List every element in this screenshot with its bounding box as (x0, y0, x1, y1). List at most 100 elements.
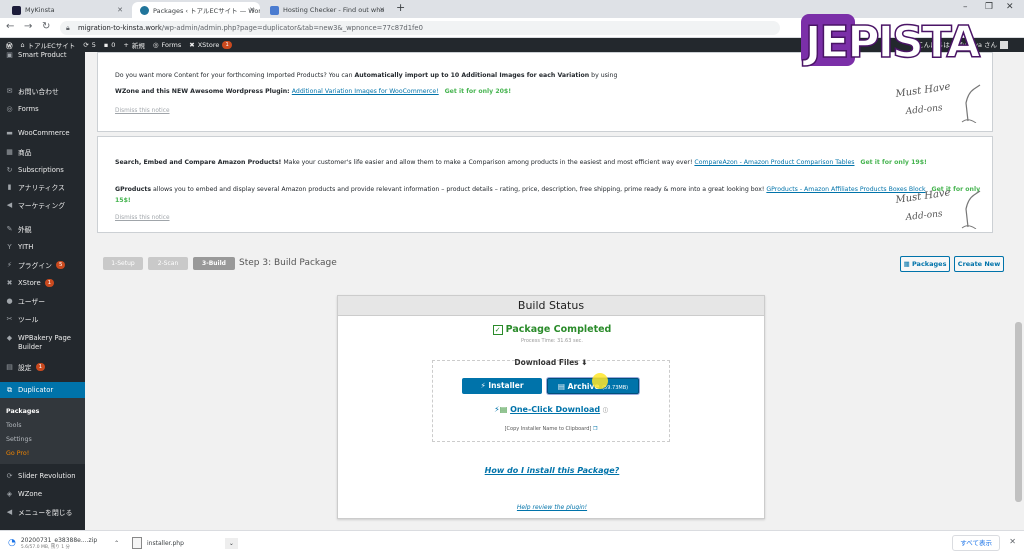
checkbox-check-icon: ✓ (492, 324, 503, 335)
sidebar-item-products[interactable]: ▦ 商品 (0, 144, 85, 160)
file-icon: ▤ (557, 382, 566, 391)
duplicator-submenu: Packages Tools Settings Go Pro! (0, 398, 85, 464)
notice-bold-text: Search, Embed and Compare Amazon Product… (115, 159, 282, 166)
offer-text: 15$! (115, 197, 131, 204)
url-field[interactable]: 🔒︎ migration-to-kinsta.work/wp-admin/adm… (60, 21, 780, 35)
build-status-header: Build Status (338, 296, 764, 316)
sidebar-item-contact[interactable]: ✉ お問い合わせ (0, 83, 85, 99)
browser-tab-packages[interactable]: Packages ‹ トアルECサイト — Wor ✕ (132, 2, 260, 18)
forms-label: Forms (161, 41, 182, 49)
back-arrow-icon[interactable]: ← (6, 21, 14, 32)
admin-bar-comments[interactable]: ▪ 0 (104, 41, 116, 49)
process-time: Process Time: 31.63 sec. (521, 338, 583, 344)
reload-icon[interactable]: ↻ (42, 21, 50, 32)
sidebar-item-smart-product[interactable]: ▣ Smart Product (0, 47, 85, 63)
updates-count: 5 (91, 41, 96, 49)
sidebar-item-label: メニューを閉じる (18, 509, 73, 517)
sidebar-item-label: ユーザー (18, 298, 46, 306)
browser-tab-hosting-checker[interactable]: Hosting Checker - Find out who ✕ (262, 2, 390, 18)
sidebar-item-forms[interactable]: ◎ Forms (0, 101, 85, 117)
tab-title: MyKinsta (25, 6, 55, 14)
dismiss-notice-link[interactable]: Dismiss this notice (115, 215, 170, 221)
installer-download-button[interactable]: ⚡ Installer (462, 378, 542, 394)
help-icon[interactable]: ⓘ (603, 408, 608, 414)
download-item-text: 20200731_e38388e....zip 5.6/57.0 MB, 残り 1… (21, 537, 97, 550)
compareazon-link[interactable]: CompareAzon - Amazon Product Comparison … (694, 159, 854, 166)
sidebar-item-plugins[interactable]: ⚡ プラグイン 5 (0, 257, 85, 273)
plus-icon[interactable]: + (396, 1, 405, 14)
one-click-download-label: One-Click Download (510, 405, 601, 414)
scrollbar-thumb[interactable] (1015, 322, 1022, 502)
submenu-packages[interactable]: Packages (6, 408, 39, 415)
notice-bold-text: GProducts (115, 186, 152, 193)
dismiss-notice-link[interactable]: Dismiss this notice (115, 108, 170, 114)
sidebar-item-label: Smart Product (18, 51, 67, 59)
download-item-installer[interactable]: installer.php ⌄ (132, 534, 238, 552)
window-close-icon[interactable]: ✕ (1006, 2, 1014, 12)
xstore-update-badge: 1 (44, 279, 55, 287)
bolt-icon: ⚡ (480, 381, 486, 390)
create-new-button[interactable]: Create New (954, 256, 1004, 272)
browser-tab-mykinsta[interactable]: MyKinsta ✕ (4, 2, 128, 18)
notice-text: WZone and this NEW Awesome Wordpress Plu… (115, 88, 511, 95)
packages-button[interactable]: ▦ Packages (900, 256, 950, 272)
comment-icon: ▪ (103, 41, 109, 49)
sidebar-item-duplicator[interactable]: ⧉ Duplicator (0, 382, 85, 398)
sidebar-collapse-menu[interactable]: ◀ メニューを閉じる (0, 504, 85, 520)
admin-bar-updates[interactable]: ⟳ 5 (83, 41, 96, 49)
submenu-tools[interactable]: Tools (6, 422, 22, 429)
sidebar-item-tools[interactable]: ✂ ツール (0, 311, 85, 327)
mouse-cursor-highlight (592, 373, 608, 389)
sidebar-item-wzone[interactable]: ◈ WZone (0, 486, 85, 502)
copy-installer-name[interactable]: [Copy Installer Name to Clipboard] ❐ (433, 426, 669, 432)
close-icon[interactable]: ✕ (1009, 537, 1016, 546)
sidebar-item-xstore[interactable]: ✖ XStore 1 (0, 275, 85, 291)
how-to-install-link[interactable]: How do I install this Package? (338, 466, 766, 475)
sidebar-item-settings[interactable]: ▤ 設定 1 (0, 359, 85, 375)
download-item-zip[interactable]: ◔ 20200731_e38388e....zip 5.6/57.0 MB, 残り… (8, 534, 119, 552)
notice-text: Search, Embed and Compare Amazon Product… (115, 159, 927, 166)
copy-icon: ❐ (592, 426, 598, 432)
url-path: /wp-admin/admin.php?page=duplicator&tab=… (161, 24, 423, 32)
chevron-up-icon[interactable]: ⌃ (114, 540, 119, 547)
build-status-panel: Build Status ✓ Package Completed Process … (337, 295, 765, 519)
show-all-downloads-button[interactable]: すべて表示 (952, 535, 1000, 551)
admin-bar-new[interactable]: + 新規 (123, 40, 144, 50)
chevron-down-icon[interactable]: ⌄ (224, 537, 238, 549)
page-scrollbar[interactable] (1013, 52, 1024, 530)
sidebar-item-yith[interactable]: Y YITH (0, 239, 85, 255)
lock-icon: 🔒︎ (66, 24, 70, 32)
admin-bar-forms[interactable]: ◎ Forms (153, 41, 181, 49)
sidebar-item-slider-revolution[interactable]: ⟳ Slider Revolution (0, 468, 85, 484)
sidebar-item-marketing[interactable]: ◀ マーケティング (0, 197, 85, 213)
badge-line1: Must Have (894, 187, 951, 206)
package-completed-label: Package Completed (505, 324, 612, 335)
xstore-badge: 1 (222, 41, 232, 49)
close-icon[interactable]: ✕ (117, 6, 123, 14)
notice-text: GProducts allows you to embed and displa… (115, 186, 980, 193)
notice-line: Do you want more Content for your forthc… (115, 72, 355, 79)
one-click-download[interactable]: ⚡▤ One-Click Download ⓘ (433, 405, 669, 414)
sidebar-item-appearance[interactable]: ✎ 外観 (0, 221, 85, 237)
restore-icon[interactable]: ❐ (985, 2, 993, 12)
notice-line: Make your customer's life easier and all… (281, 159, 695, 166)
sidebar-item-wpbakery[interactable]: ◆ WPBakery Page Builder (0, 334, 85, 356)
sidebar-item-subscriptions[interactable]: ↻ Subscriptions (0, 162, 85, 178)
sidebar-item-label: 外観 (18, 226, 32, 234)
admin-bar-xstore[interactable]: ✖ XStore 1 (189, 41, 232, 49)
review-plugin-link[interactable]: Help review the plugin! (338, 504, 766, 511)
xstore-icon: ✖ (189, 41, 195, 49)
sidebar-item-woocommerce[interactable]: ▬ WooCommerce (0, 125, 85, 141)
close-icon[interactable]: ✕ (379, 6, 385, 14)
sidebar-item-label: Slider Revolution (18, 472, 76, 480)
sidebar-item-analytics[interactable]: ▮ アナリティクス (0, 179, 85, 195)
submenu-go-pro[interactable]: Go Pro! (6, 450, 29, 457)
variation-images-link[interactable]: Additional Variation Images for WooComme… (292, 88, 439, 95)
download-progress-icon: ◔ (8, 538, 16, 548)
minimize-icon[interactable]: – (963, 2, 968, 12)
forward-arrow-icon[interactable]: → (24, 21, 32, 32)
close-icon[interactable]: ✕ (249, 6, 255, 14)
chart-icon: ▮ (7, 183, 12, 191)
submenu-settings[interactable]: Settings (6, 436, 32, 443)
sidebar-item-users[interactable]: ● ユーザー (0, 293, 85, 309)
